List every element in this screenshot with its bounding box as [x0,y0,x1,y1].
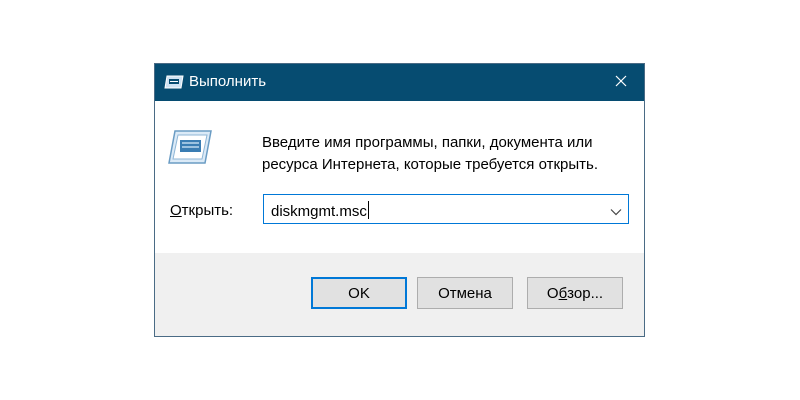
close-icon [615,74,627,92]
chevron-down-icon[interactable] [610,204,622,216]
browse-prefix: О [546,284,559,302]
title-bar[interactable]: Выполнить [155,64,644,101]
ok-button[interactable]: OK [311,277,407,309]
text-caret [367,201,369,219]
browse-button[interactable]: Об зор... [527,277,623,309]
open-label: Открыть: [170,202,233,219]
cancel-button[interactable]: Отмена [417,277,513,309]
open-label-mnemonic: О [170,202,182,219]
description-text: Введите имя программы, папки, документа … [262,134,598,173]
close-button[interactable] [598,64,644,101]
run-icon [167,129,213,165]
browse-mnemonic: б [558,284,568,302]
open-input[interactable]: diskmgmt.msc [271,201,369,220]
open-label-rest: ткрыть: [181,202,234,219]
dialog-content: Введите имя программы, папки, документа … [155,101,644,253]
open-combobox[interactable]: diskmgmt.msc [263,194,629,224]
open-input-value: diskmgmt.msc [271,203,367,220]
browse-rest: зор... [567,284,604,302]
run-icon [164,75,184,89]
run-dialog: Выполнить Введите имя программы, папки, … [154,63,645,337]
window-title: Выполнить [189,73,267,90]
